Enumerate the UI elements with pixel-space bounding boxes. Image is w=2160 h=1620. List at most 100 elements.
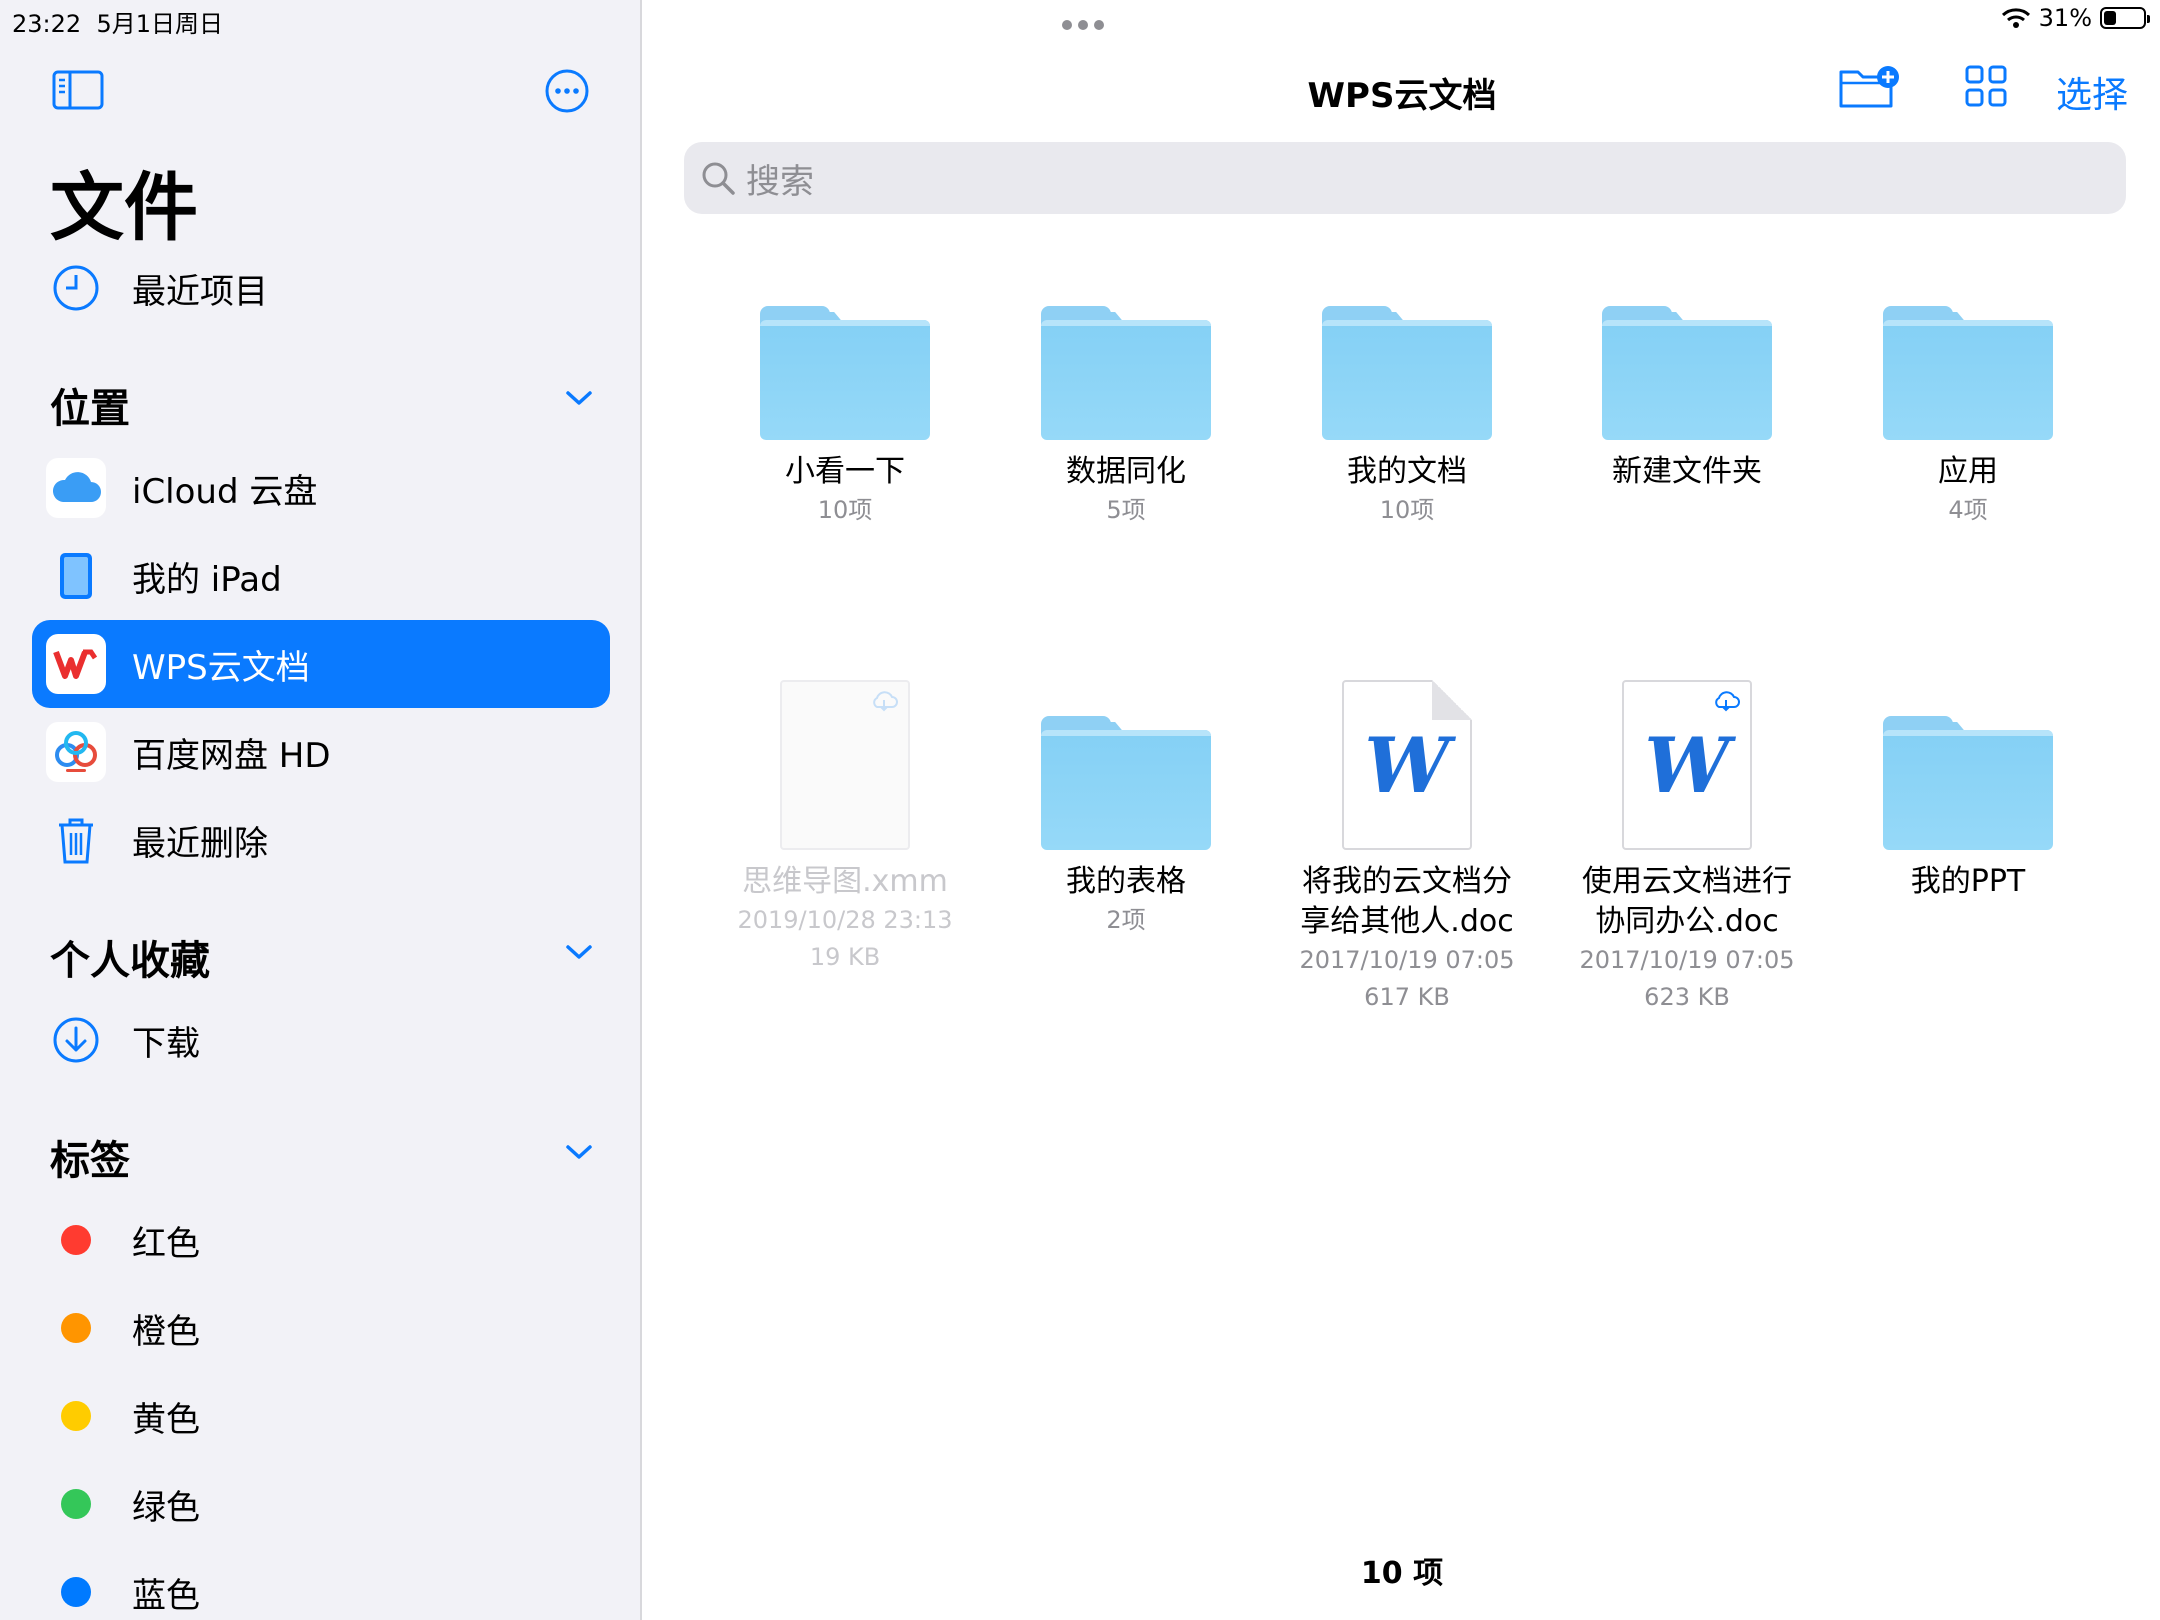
item-name: 数据同化 [1066, 454, 1186, 489]
sidebar-item-label: 我的 iPad [132, 559, 282, 600]
sidebar-item-label: 最近项目 [132, 271, 268, 312]
wps-icon [46, 634, 106, 694]
item-size: 19 KB [809, 943, 881, 971]
item-name: 我的PPT [1910, 864, 2026, 899]
folder-icon [760, 306, 930, 440]
item-count: 4项 [1948, 496, 1988, 524]
folder-item[interactable]: 应用 4项 [1838, 260, 2098, 529]
word-document-icon: W [1342, 680, 1472, 850]
item-count: 10项 [1379, 496, 1435, 524]
search-field[interactable]: 搜索 [684, 142, 2126, 214]
item-name: 我的文档 [1347, 454, 1467, 489]
sidebar-item-label: 黄色 [132, 1399, 200, 1440]
ipad-icon [46, 546, 106, 606]
folder-icon [1041, 306, 1211, 440]
new-folder-icon[interactable] [1838, 64, 1900, 114]
search-icon [700, 160, 736, 196]
file-item[interactable]: W 使用云文档进行协同办公.doc 2017/10/19 07:05 623 K… [1557, 670, 1817, 1016]
item-date: 2017/10/19 07:05 [1579, 946, 1795, 974]
clock-icon [46, 258, 106, 318]
folder-item[interactable]: 我的文档 10项 [1277, 260, 1537, 529]
sidebar-item-tag-red[interactable]: 红色 [32, 1196, 610, 1284]
battery-icon [2100, 7, 2150, 29]
folder-icon [1602, 306, 1772, 440]
battery-percent: 31% [2038, 4, 2092, 32]
item-name: 新建文件夹 [1612, 454, 1762, 489]
icloud-icon [46, 458, 106, 518]
download-icon [46, 1010, 106, 1070]
folder-item[interactable]: 数据同化 5项 [996, 260, 1256, 529]
folder-item[interactable]: 小看一下 10项 [715, 260, 975, 529]
sidebar-item-icloud[interactable]: iCloud 云盘 [32, 444, 610, 532]
sidebar-item-label: 绿色 [132, 1487, 200, 1528]
file-item[interactable]: 思维导图.xmm 2019/10/28 23:13 19 KB [715, 670, 975, 976]
sidebar-item-label: 最近删除 [132, 823, 268, 864]
item-count-footer: 10 项 [1360, 1556, 1444, 1591]
sidebar-item-tag-blue[interactable]: 蓝色 [32, 1548, 610, 1620]
folder-icon [1041, 716, 1211, 850]
folder-item[interactable]: 新建文件夹 [1557, 260, 1817, 492]
item-name: 思维导图.xmm [742, 864, 948, 899]
cloud-download-icon [870, 690, 898, 716]
item-name: 我的表格 [1066, 864, 1186, 899]
trash-icon [46, 810, 106, 870]
item-date: 2019/10/28 23:13 [737, 906, 953, 934]
sidebar-item-label: 蓝色 [132, 1575, 200, 1616]
word-document-icon: W [1622, 680, 1752, 850]
item-count: 10项 [817, 496, 873, 524]
grid-view-icon[interactable] [1964, 64, 2008, 112]
sidebar-item-label: 百度网盘 HD [132, 735, 331, 776]
sidebar-item-baidu[interactable]: 百度网盘 HD [32, 708, 610, 796]
select-button[interactable]: 选择 [2056, 66, 2128, 118]
chevron-down-icon[interactable] [564, 942, 594, 966]
item-name: 将我的云文档分享给其他人.doc [1300, 864, 1514, 939]
page-title: 文件 [50, 165, 198, 251]
sidebar-item-tag-yellow[interactable]: 黄色 [32, 1372, 610, 1460]
sidebar-item-recently-deleted[interactable]: 最近删除 [32, 796, 610, 884]
item-count: 5项 [1106, 496, 1146, 524]
item-name: 小看一下 [785, 454, 905, 489]
baidu-netdisk-icon [46, 722, 106, 782]
folder-icon [1883, 716, 2053, 850]
wifi-icon [2001, 8, 2030, 28]
file-item[interactable]: W 将我的云文档分享给其他人.doc 2017/10/19 07:05 617 … [1277, 670, 1537, 1016]
sidebar-item-tag-green[interactable]: 绿色 [32, 1460, 610, 1548]
sidebar-item-downloads[interactable]: 下载 [32, 996, 610, 1084]
tag-green-dot [61, 1489, 91, 1519]
item-name: 应用 [1938, 454, 1998, 489]
status-time: 23:22 5月1日周日 [12, 10, 223, 38]
item-size: 623 KB [1644, 983, 1730, 1011]
file-thumbnail [780, 680, 910, 850]
sidebar-item-label: 红色 [132, 1223, 200, 1264]
item-name: 使用云文档进行协同办公.doc [1582, 864, 1792, 939]
item-date: 2017/10/19 07:05 [1299, 946, 1515, 974]
folder-icon [1322, 306, 1492, 440]
item-size: 617 KB [1364, 983, 1450, 1011]
sidebar-item-recents[interactable]: 最近项目 [32, 244, 610, 332]
tag-blue-dot [61, 1577, 91, 1607]
multitasking-grabber[interactable] [1062, 20, 1104, 30]
chevron-down-icon[interactable] [564, 388, 594, 412]
folder-item[interactable]: 我的表格 2项 [996, 670, 1256, 939]
sidebar: 23:22 5月1日周日 文件 最近项目 位置 iCloud 云盘 我的 iPa… [0, 0, 642, 1620]
more-options-icon[interactable] [544, 68, 590, 114]
section-header-locations: 位置 [50, 386, 130, 432]
sidebar-item-label: 下载 [132, 1023, 200, 1064]
sidebar-item-label: iCloud 云盘 [132, 471, 318, 512]
sidebar-item-ipad[interactable]: 我的 iPad [32, 532, 610, 620]
folder-item[interactable]: 我的PPT [1838, 670, 2098, 902]
folder-icon [1883, 306, 2053, 440]
sidebar-item-label: WPS云文档 [132, 647, 310, 688]
sidebar-item-label: 橙色 [132, 1311, 200, 1352]
tag-yellow-dot [61, 1401, 91, 1431]
cloud-download-icon [1712, 690, 1740, 716]
sidebar-item-wps[interactable]: WPS云文档 [32, 620, 610, 708]
status-indicators: 31% [2001, 4, 2150, 32]
nav-title: WPS云文档 [1307, 76, 1497, 116]
main-content: 31% WPS云文档 选择 搜索 小看一下 10项 数据同化 5项 我的文档 1… [644, 0, 2160, 1620]
chevron-down-icon[interactable] [564, 1142, 594, 1166]
sidebar-item-tag-orange[interactable]: 橙色 [32, 1284, 610, 1372]
sidebar-toggle-icon[interactable] [50, 68, 106, 112]
section-header-favorites: 个人收藏 [50, 938, 210, 984]
section-header-tags: 标签 [50, 1138, 130, 1184]
